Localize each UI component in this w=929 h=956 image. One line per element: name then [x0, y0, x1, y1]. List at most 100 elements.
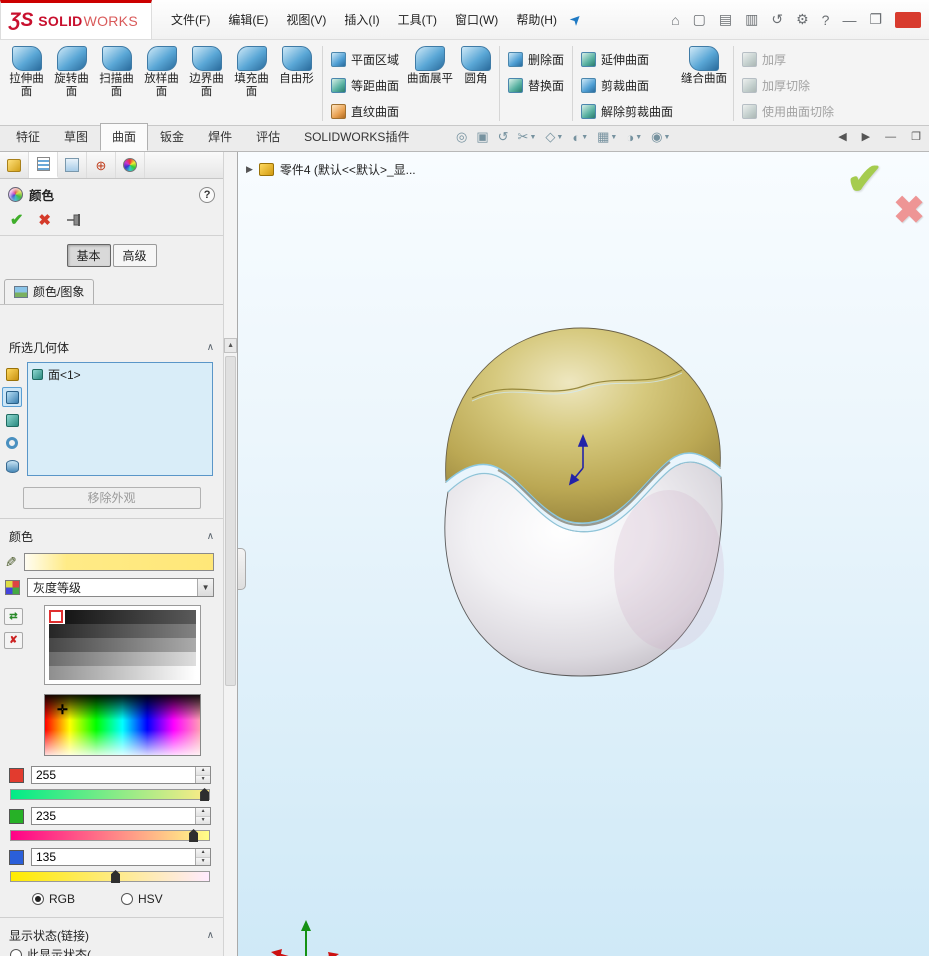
filter-face-button[interactable]	[2, 410, 22, 430]
tab-solidworks-addins[interactable]: SOLIDWORKS插件	[292, 123, 421, 151]
graphics-viewport[interactable]: ▶ 零件4 (默认<<默认>_显... ✔ ✖	[238, 152, 929, 956]
spin-up-icon[interactable]: ▲	[196, 767, 210, 776]
color-spectrum-picker[interactable]: ✛	[44, 694, 201, 756]
extruded-surface-button[interactable]: 拉伸曲面	[4, 43, 49, 124]
boundary-surface-button[interactable]: 边界曲面	[184, 43, 229, 124]
pin-menubar-icon[interactable]: ➤	[566, 9, 586, 29]
zoom-area-icon[interactable]: ▣	[476, 129, 488, 145]
help-icon[interactable]: ?	[822, 12, 830, 28]
view-settings-icon[interactable]: ◉▼	[651, 129, 670, 145]
panel-scrollbar[interactable]: ▲	[223, 152, 237, 956]
new-document-icon[interactable]: ▢	[693, 11, 706, 28]
blue-input[interactable]	[32, 849, 195, 865]
display-style-icon[interactable]: ◐▼	[572, 130, 588, 145]
confirm-ok-button[interactable]: ✔	[846, 154, 883, 205]
blue-slider[interactable]	[10, 869, 210, 884]
red-input[interactable]	[32, 767, 195, 783]
offset-surface-button[interactable]: 等距曲面	[326, 73, 404, 97]
green-input[interactable]	[32, 808, 195, 824]
flyout-feature-tree[interactable]: ▶ 零件4 (默认<<默认>_显...	[246, 161, 416, 178]
open-icon[interactable]: ▤	[719, 11, 732, 28]
options-icon[interactable]: ⚙	[796, 11, 809, 28]
window-close-button[interactable]	[895, 12, 921, 28]
panel-splitter-grip[interactable]	[238, 548, 246, 590]
filter-body-button[interactable]	[2, 387, 22, 407]
swept-surface-button[interactable]: 扫描曲面	[94, 43, 139, 124]
cut-with-surface-button[interactable]: 使用曲面切除	[737, 99, 839, 123]
displaymanager-tab[interactable]	[116, 152, 145, 178]
blue-slider-track[interactable]	[10, 871, 210, 882]
tab-features[interactable]: 特征	[4, 123, 52, 151]
flatten-surface-button[interactable]: 曲面展平	[404, 43, 456, 124]
remove-appearance-button[interactable]: 移除外观	[23, 487, 201, 509]
filter-loop-button[interactable]	[2, 433, 22, 453]
color-image-tab[interactable]: 颜色/图象	[4, 279, 94, 304]
thickened-cut-button[interactable]: 加厚切除	[737, 73, 839, 97]
spin-down-icon[interactable]: ▼	[196, 776, 210, 784]
window-minimize-icon[interactable]: —	[842, 12, 856, 28]
palette-icon[interactable]	[5, 580, 20, 595]
tab-sketch[interactable]: 草图	[52, 123, 100, 151]
tab-scroll-left-icon[interactable]: ◀	[838, 130, 846, 143]
filled-surface-button[interactable]: 填充曲面	[229, 43, 274, 124]
green-slider[interactable]	[10, 828, 210, 843]
menu-file[interactable]: 文件(F)	[162, 6, 219, 33]
ok-button[interactable]: ✔	[10, 210, 23, 230]
tab-scroll-right-icon[interactable]: ▶	[862, 130, 870, 143]
filter-part-button[interactable]	[2, 364, 22, 384]
tab-evaluate[interactable]: 评估	[244, 123, 292, 151]
configurationmanager-tab[interactable]	[58, 152, 87, 178]
hsv-radio[interactable]: HSV	[121, 892, 163, 906]
green-slider-track[interactable]	[10, 830, 210, 841]
delete-face-button[interactable]: 删除面	[503, 47, 569, 71]
home-icon[interactable]: ⌂	[671, 12, 679, 28]
palette-row[interactable]	[49, 666, 196, 680]
selected-geometry-listbox[interactable]: 面<1>	[27, 362, 213, 476]
panel-help-button[interactable]: ?	[199, 187, 215, 203]
spin-down-icon[interactable]: ▼	[196, 858, 210, 866]
tab-sheet-metal[interactable]: 钣金	[148, 123, 196, 151]
egg-model[interactable]	[434, 320, 734, 690]
section-view-icon[interactable]: ✂▼	[518, 129, 537, 145]
ruled-surface-button[interactable]: 直纹曲面	[326, 99, 404, 123]
palette-row[interactable]	[49, 652, 196, 666]
keep-visible-pin-icon[interactable]	[66, 213, 84, 227]
palette-row[interactable]	[49, 624, 196, 638]
menu-window[interactable]: 窗口(W)	[446, 6, 507, 33]
featuremanager-tree-tab[interactable]	[0, 152, 29, 178]
basic-mode-button[interactable]: 基本	[67, 244, 111, 267]
cancel-button[interactable]: ✖	[38, 211, 51, 229]
palette-row[interactable]	[49, 610, 196, 624]
doc-minimize-icon[interactable]: —	[885, 131, 896, 143]
knit-surface-button[interactable]: 缝合曲面	[678, 43, 730, 124]
extend-surface-button[interactable]: 延伸曲面	[576, 47, 678, 71]
dimxpertmanager-tab[interactable]: ⊕	[87, 152, 116, 178]
tree-expand-icon[interactable]: ▶	[246, 164, 253, 175]
filter-feature-button[interactable]	[2, 456, 22, 476]
spin-down-icon[interactable]: ▼	[196, 817, 210, 825]
geometry-list-item[interactable]: 面<1>	[28, 363, 212, 386]
confirm-cancel-button[interactable]: ✖	[893, 188, 925, 233]
spin-up-icon[interactable]: ▲	[196, 808, 210, 817]
spin-up-icon[interactable]: ▲	[196, 849, 210, 858]
menu-edit[interactable]: 编辑(E)	[219, 6, 277, 33]
eyedropper-icon[interactable]: ✎	[5, 554, 17, 571]
menu-help[interactable]: 帮助(H)	[507, 6, 566, 33]
tab-weldments[interactable]: 焊件	[196, 123, 244, 151]
scrollbar-up-icon[interactable]: ▲	[224, 338, 237, 353]
scrollbar-thumb[interactable]	[225, 356, 236, 686]
remove-swatch-button[interactable]: ✘	[4, 632, 23, 649]
replace-face-button[interactable]: 替换面	[503, 73, 569, 97]
current-color-swatch[interactable]	[24, 553, 214, 571]
thicken-button[interactable]: 加厚	[737, 47, 839, 71]
collapse-chevron-icon[interactable]: ∧	[207, 930, 214, 941]
tab-surfaces[interactable]: 曲面	[100, 123, 148, 151]
display-state-option[interactable]: 此显示状态(	[0, 948, 223, 956]
grayscale-palette[interactable]	[44, 605, 201, 685]
previous-view-icon[interactable]: ↺	[498, 129, 509, 145]
fillet-button[interactable]: 圆角	[456, 43, 496, 124]
palette-row[interactable]	[49, 638, 196, 652]
add-swatch-button[interactable]: ⇄	[4, 608, 23, 625]
undo-icon[interactable]: ↺	[771, 11, 783, 28]
doc-restore-icon[interactable]: ❐	[911, 130, 921, 143]
